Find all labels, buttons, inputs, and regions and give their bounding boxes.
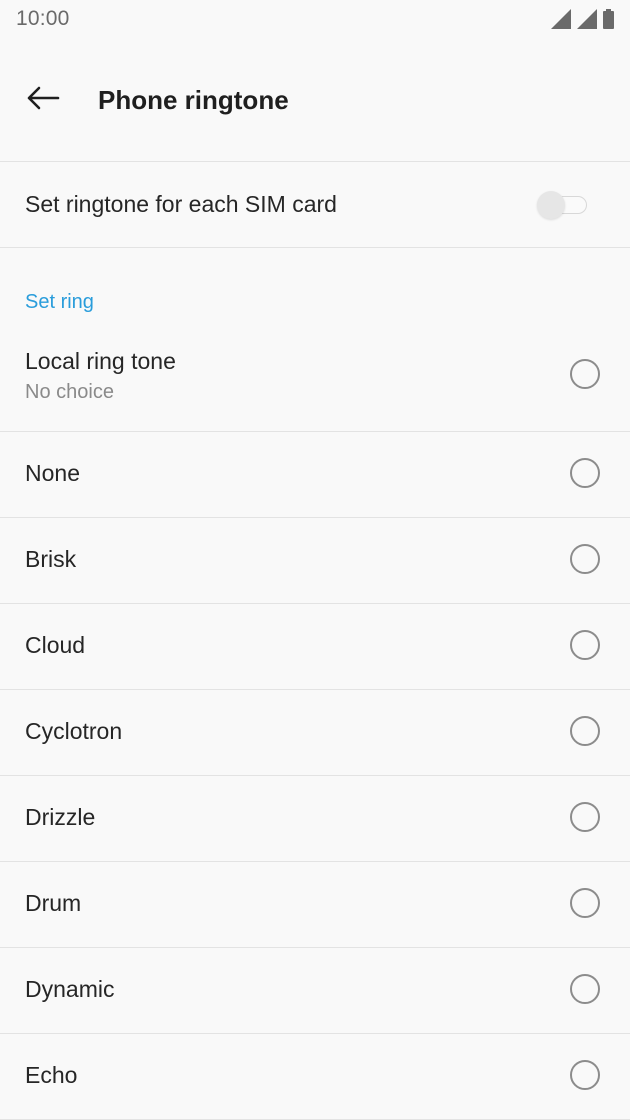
ringtone-list: Local ring tone No choice None Brisk Clo… bbox=[0, 332, 630, 1120]
list-item[interactable]: Dynamic bbox=[0, 948, 630, 1034]
list-item-label: Echo bbox=[25, 1062, 78, 1088]
signal-icon bbox=[577, 9, 597, 29]
list-item-label: Cloud bbox=[25, 632, 86, 658]
list-item[interactable]: Brisk bbox=[0, 518, 630, 604]
list-item-label: Drizzle bbox=[25, 804, 96, 830]
list-item[interactable]: Cloud bbox=[0, 604, 630, 690]
arrow-left-icon bbox=[26, 86, 60, 115]
radio-button[interactable] bbox=[570, 458, 600, 488]
sim-ringtone-label: Set ringtone for each SIM card bbox=[25, 191, 337, 217]
radio-button[interactable] bbox=[570, 888, 600, 918]
list-item-label: Dynamic bbox=[25, 976, 115, 1002]
list-item[interactable]: Drizzle bbox=[0, 776, 630, 862]
page-title: Phone ringtone bbox=[98, 85, 289, 115]
radio-button[interactable] bbox=[570, 359, 600, 389]
radio-button[interactable] bbox=[570, 716, 600, 746]
list-item-label: Cyclotron bbox=[25, 718, 123, 744]
sim-ringtone-row[interactable]: Set ringtone for each SIM card bbox=[0, 162, 630, 248]
list-item-label: Drum bbox=[25, 890, 82, 916]
radio-button[interactable] bbox=[570, 802, 600, 832]
list-item[interactable]: None bbox=[0, 432, 630, 518]
status-time: 10:00 bbox=[16, 7, 70, 30]
status-icons bbox=[551, 9, 614, 29]
list-item-title: Local ring tone bbox=[25, 348, 176, 374]
list-item-subtitle: No choice bbox=[25, 381, 114, 403]
radio-button[interactable] bbox=[570, 544, 600, 574]
list-item[interactable]: Echo bbox=[0, 1034, 630, 1120]
back-button[interactable] bbox=[18, 78, 68, 122]
status-bar: 10:00 bbox=[0, 0, 630, 38]
list-item-label: Brisk bbox=[25, 546, 77, 572]
battery-icon bbox=[603, 9, 614, 29]
radio-button[interactable] bbox=[570, 630, 600, 660]
list-item[interactable]: Drum bbox=[0, 862, 630, 948]
sim-ringtone-toggle[interactable] bbox=[537, 191, 589, 219]
list-item-label: None bbox=[25, 460, 80, 486]
app-bar: Phone ringtone bbox=[0, 38, 630, 162]
list-item-local-ringtone[interactable]: Local ring tone No choice bbox=[0, 332, 630, 432]
section-header: Set ring bbox=[25, 291, 94, 313]
signal-icon bbox=[551, 9, 571, 29]
toggle-thumb bbox=[537, 191, 565, 219]
list-item[interactable]: Cyclotron bbox=[0, 690, 630, 776]
radio-button[interactable] bbox=[570, 1060, 600, 1090]
radio-button[interactable] bbox=[570, 974, 600, 1004]
